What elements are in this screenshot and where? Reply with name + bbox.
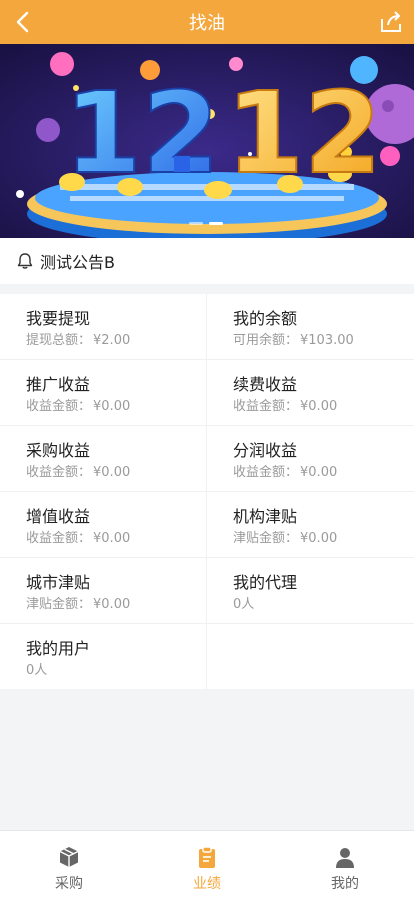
tab-purchase[interactable]: 采购 (0, 831, 138, 897)
cell-subtitle: 收益金额： ¥0.00 (26, 531, 131, 546)
earnings-grid: 我要提现 提现总额： ¥2.00 我的余额 可用余额： ¥103.00 推广收益 收… (0, 294, 414, 689)
cell-subtitle: 0人 (233, 597, 255, 612)
cell-subtitle: 提现总额： ¥2.00 (26, 333, 131, 348)
cell-title: 我的用户 (26, 639, 91, 658)
tab-label: 我的 (331, 876, 359, 892)
my-agents-cell[interactable]: 我的代理 0人 (207, 558, 414, 623)
tab-mine[interactable]: 我的 (276, 831, 414, 897)
cell-title: 续费收益 (233, 375, 298, 394)
grid-row: 我的用户 0人 (0, 624, 414, 689)
grid-row: 采购收益 收益金额： ¥0.00 分润收益 收益金额： ¥0.00 (0, 426, 414, 492)
grid-row: 城市津贴 津贴金额： ¥0.00 我的代理 0人 (0, 558, 414, 624)
cell-title: 我要提现 (26, 309, 91, 328)
my-users-cell[interactable]: 我的用户 0人 (0, 624, 207, 689)
institution-allowance-cell[interactable]: 机构津贴 津贴金额： ¥0.00 (207, 492, 414, 557)
cell-title: 我的余额 (233, 309, 298, 328)
clipboard-icon (199, 846, 215, 868)
grid-row: 增值收益 收益金额： ¥0.00 机构津贴 津贴金额： ¥0.00 (0, 492, 414, 558)
cell-subtitle: 收益金额： ¥0.00 (26, 465, 131, 480)
cell-subtitle: 0人 (26, 663, 48, 678)
announcement-bar[interactable]: 测试公告B (0, 238, 414, 284)
promotion-earnings-cell[interactable]: 推广收益 收益金额： ¥0.00 (0, 360, 207, 425)
announcement-text: 测试公告B (40, 253, 115, 272)
grid-row: 推广收益 收益金额： ¥0.00 续费收益 收益金额： ¥0.00 (0, 360, 414, 426)
top-bar: 找油 (0, 0, 414, 44)
cell-title: 我的代理 (233, 573, 298, 592)
person-icon (336, 848, 354, 868)
cell-title: 城市津贴 (26, 573, 91, 592)
profit-share-cell[interactable]: 分润收益 收益金额： ¥0.00 (207, 426, 414, 491)
cell-subtitle: 收益金额： ¥0.00 (26, 399, 131, 414)
city-allowance-cell[interactable]: 城市津贴 津贴金额： ¥0.00 (0, 558, 207, 623)
svg-text:12: 12 (64, 69, 220, 199)
share-icon[interactable] (378, 9, 404, 35)
cell-subtitle: 可用余额： ¥103.00 (233, 333, 354, 348)
cell-subtitle: 收益金额： ¥0.00 (233, 399, 338, 414)
purchase-earnings-cell[interactable]: 采购收益 收益金额： ¥0.00 (0, 426, 207, 491)
promo-banner[interactable]: 12 12 (0, 44, 414, 238)
back-arrow-icon[interactable] (10, 8, 38, 36)
box-icon (59, 847, 79, 867)
cell-subtitle: 津贴金额： ¥0.00 (233, 531, 338, 546)
banner-image: 12 12 (0, 44, 414, 238)
cell-subtitle: 收益金额： ¥0.00 (233, 465, 338, 480)
cell-title: 机构津贴 (233, 507, 298, 526)
bottom-tab-bar: 采购 业绩 我的 (0, 830, 414, 897)
cell-title: 推广收益 (26, 375, 91, 394)
grid-row: 我要提现 提现总额： ¥2.00 我的余额 可用余额： ¥103.00 (0, 294, 414, 360)
cell-title: 分润收益 (233, 441, 298, 460)
withdraw-cell[interactable]: 我要提现 提现总额： ¥2.00 (0, 294, 207, 359)
svg-text:12: 12 (226, 69, 382, 199)
balance-cell[interactable]: 我的余额 可用余额： ¥103.00 (207, 294, 414, 359)
page-title: 找油 (189, 13, 225, 34)
cell-title: 增值收益 (26, 507, 91, 526)
tab-label: 采购 (55, 876, 83, 892)
tab-label: 业绩 (193, 876, 221, 892)
renewal-earnings-cell[interactable]: 续费收益 收益金额： ¥0.00 (207, 360, 414, 425)
value-added-earnings-cell[interactable]: 增值收益 收益金额： ¥0.00 (0, 492, 207, 557)
bell-icon (17, 253, 33, 269)
cell-subtitle: 津贴金额： ¥0.00 (26, 597, 131, 612)
tab-performance[interactable]: 业绩 (138, 831, 276, 897)
empty-cell (207, 624, 414, 689)
cell-title: 采购收益 (26, 441, 91, 460)
